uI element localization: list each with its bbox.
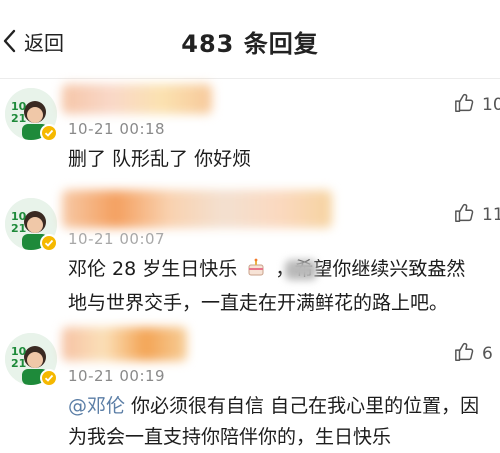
page-title: 483 条回复 [181, 30, 319, 58]
mention-link[interactable]: @邓伦 [68, 395, 125, 417]
top-bar: 返回 483 条回复 [0, 0, 500, 79]
blurred-username [62, 84, 212, 114]
comment-item: 10 21 10-21 00:07 邓伦 28 岁生日快乐 ，希望你继续兴致盎然… [0, 188, 500, 323]
cake-emoji-icon [245, 257, 267, 288]
blurred-username [62, 327, 187, 361]
comment-text: 邓伦 28 岁生日快乐 ，希望你继续兴致盎然地与世界交手，一直走在开满鲜花的路上… [68, 254, 482, 319]
svg-text:21: 21 [11, 222, 26, 235]
comment-timestamp: 10-21 00:07 [68, 230, 166, 248]
svg-text:21: 21 [11, 112, 26, 125]
like-count: 6 [482, 344, 493, 364]
like-button[interactable]: 10 [454, 92, 500, 118]
thumbs-up-icon [454, 202, 476, 228]
verified-badge-icon [40, 124, 58, 142]
thumbs-up-icon [454, 92, 476, 118]
comment-text-part: 邓伦 28 岁生日快乐 [68, 258, 238, 280]
blurred-username [285, 260, 317, 280]
verified-badge-icon [40, 369, 58, 387]
verified-badge-icon [40, 234, 58, 252]
blurred-username [62, 190, 332, 228]
thumbs-up-icon [454, 341, 476, 367]
comment-timestamp: 10-21 00:18 [68, 120, 166, 138]
comment-item: 10 21 10-21 00:18 删了 队形乱了 你好烦 10 [0, 78, 500, 188]
comment-text: @邓伦 你必须很有自信 自己在我心里的位置，因为我会一直支持你陪伴你的，生日快乐 [68, 391, 482, 453]
comment-item: 10 21 10-21 00:19 @邓伦 你必须很有自信 自己在我心里的位置，… [0, 323, 500, 453]
comment-text: 删了 队形乱了 你好烦 [68, 148, 252, 170]
like-button[interactable]: 6 [454, 341, 500, 367]
svg-text:21: 21 [11, 357, 26, 370]
comment-timestamp: 10-21 00:19 [68, 367, 166, 385]
comment-text-part: 你必须很有自信 自己在我心里的位置，因为我会一直支持你陪伴你的，生日快乐 [68, 395, 480, 448]
like-count: 10 [482, 95, 500, 115]
like-count: 11 [482, 205, 500, 225]
like-button[interactable]: 11 [454, 202, 500, 228]
